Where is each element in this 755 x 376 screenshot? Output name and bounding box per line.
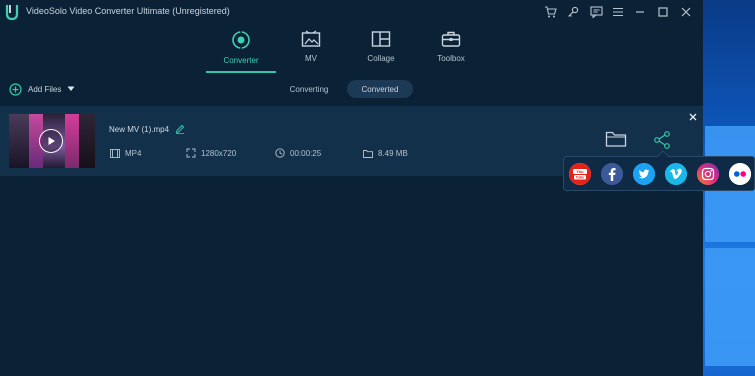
tab-collage[interactable]: Collage: [346, 30, 416, 74]
cart-icon: [544, 6, 557, 18]
edit-icon[interactable]: [175, 124, 185, 134]
svg-text:You: You: [576, 169, 584, 174]
size-info: 8.49 MB: [363, 146, 408, 160]
add-files-label: Add Files: [28, 84, 62, 94]
maximize-button[interactable]: [654, 3, 672, 21]
resolution-icon: [186, 148, 196, 158]
tab-label: Toolbox: [437, 54, 465, 63]
collage-icon: [371, 31, 391, 47]
folder-icon: [605, 131, 627, 147]
feedback-button[interactable]: [587, 3, 605, 21]
open-folder-button[interactable]: [605, 130, 627, 150]
tab-converting[interactable]: Converting: [278, 80, 340, 98]
register-button[interactable]: [564, 3, 582, 21]
tab-label: Collage: [367, 54, 395, 63]
add-circle-icon: [9, 82, 22, 96]
share-vimeo-button[interactable]: [665, 163, 687, 185]
tab-mv[interactable]: MV: [276, 30, 346, 74]
share-menu: You Tube: [563, 150, 755, 191]
tab-converter[interactable]: Converter: [206, 30, 276, 74]
share-facebook-button[interactable]: [601, 163, 623, 185]
clock-icon: [275, 148, 285, 158]
instagram-icon: [697, 163, 719, 185]
file-duration: 00:00:25: [290, 148, 322, 158]
app-logo-icon: [5, 5, 19, 20]
cart-button[interactable]: [541, 3, 559, 21]
flickr-icon: [729, 163, 751, 185]
title-bar: VideoSolo Video Converter Ultimate (Unre…: [0, 0, 703, 24]
minimize-button[interactable]: [631, 3, 649, 21]
folder-small-icon: [363, 149, 373, 158]
twitter-icon: [633, 163, 655, 185]
add-files-button[interactable]: Add Files: [9, 81, 75, 97]
share-flickr-button[interactable]: [729, 163, 751, 185]
chat-icon: [589, 6, 603, 18]
format-info: MP4: [110, 146, 141, 160]
svg-text:Tube: Tube: [576, 176, 585, 180]
toolbar: Add Files Converting Converted: [0, 77, 703, 101]
vimeo-icon: [665, 163, 687, 185]
youtube-icon: You Tube: [569, 163, 591, 185]
window-title: VideoSolo Video Converter Ultimate (Unre…: [26, 6, 230, 16]
mv-icon: [301, 30, 321, 47]
duration-info: 00:00:25: [275, 146, 321, 160]
tab-converted[interactable]: Converted: [347, 80, 413, 98]
share-icon: [654, 131, 670, 149]
tab-toolbox[interactable]: Toolbox: [416, 30, 486, 74]
share-twitter-button[interactable]: [633, 163, 655, 185]
play-button[interactable]: [39, 129, 63, 153]
maximize-icon: [658, 7, 668, 17]
share-youtube-button[interactable]: You Tube: [569, 163, 591, 185]
file-name: New MV (1).mp4: [109, 124, 170, 134]
hamburger-icon: [613, 7, 623, 17]
key-icon: [568, 6, 579, 17]
file-name-area: New MV (1).mp4: [109, 124, 185, 134]
tab-label: MV: [305, 54, 317, 63]
close-button[interactable]: [677, 3, 695, 21]
share-instagram-button[interactable]: [697, 163, 719, 185]
file-format: MP4: [125, 148, 142, 158]
video-format-icon: [110, 148, 120, 158]
close-icon: [689, 113, 697, 121]
file-list-empty-area: [0, 176, 703, 376]
facebook-icon: [601, 163, 623, 185]
tab-label: Converter: [223, 56, 259, 65]
main-nav: Converter MV Collage Toolbox: [0, 24, 703, 74]
active-tab-indicator: [206, 71, 276, 73]
file-size: 8.49 MB: [378, 148, 408, 158]
share-button[interactable]: [652, 130, 672, 150]
minimize-icon: [636, 11, 644, 13]
toolbox-icon: [441, 31, 461, 47]
play-icon: [48, 137, 55, 145]
resolution-info: 1280x720: [186, 146, 236, 160]
video-thumbnail[interactable]: [9, 114, 95, 168]
dropdown-arrow-icon[interactable]: [67, 86, 75, 92]
remove-file-button[interactable]: [686, 110, 700, 124]
close-icon: [681, 7, 691, 17]
converter-icon: [232, 31, 250, 49]
menu-button[interactable]: [609, 3, 627, 21]
file-resolution: 1280x720: [201, 148, 237, 158]
